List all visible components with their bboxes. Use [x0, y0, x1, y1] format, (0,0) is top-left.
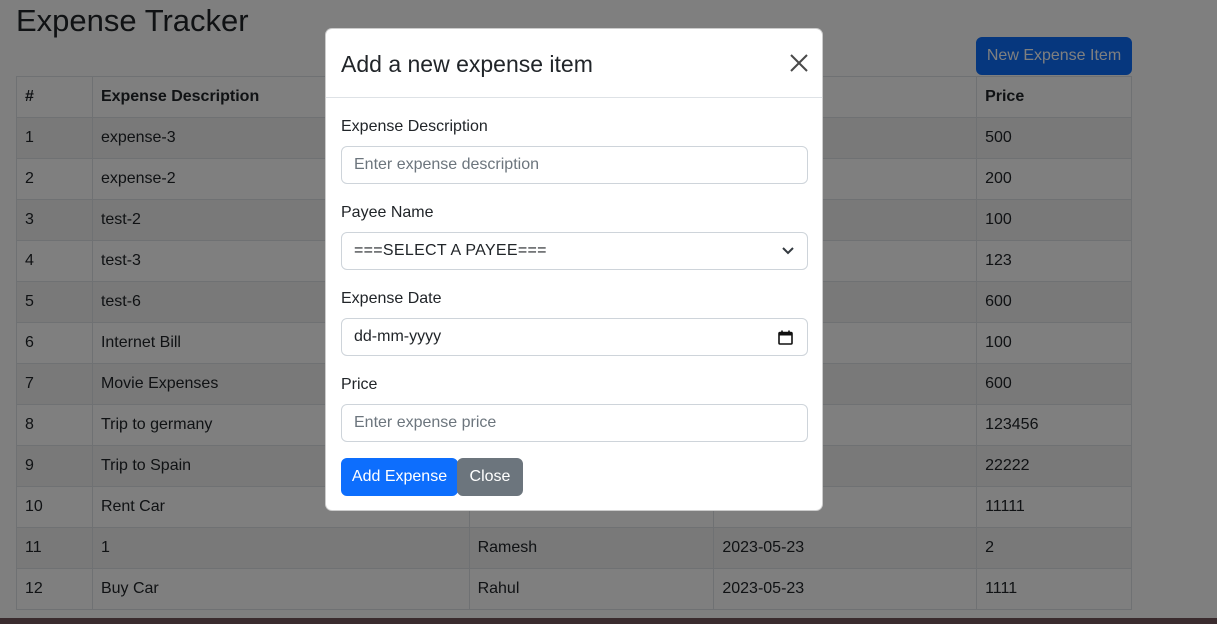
- add-expense-modal: Add a new expense item Expense Descripti…: [325, 28, 823, 511]
- expense-date-value: dd-mm-yyyy: [354, 328, 442, 345]
- close-icon[interactable]: [790, 54, 808, 72]
- payee-select[interactable]: ===SELECT A PAYEE===: [341, 232, 808, 270]
- price-label: Price: [341, 376, 378, 393]
- close-button[interactable]: Close: [457, 458, 523, 496]
- calendar-icon[interactable]: [778, 330, 793, 345]
- modal-title: Add a new expense item: [341, 51, 593, 77]
- os-taskbar-strip: [0, 618, 1217, 624]
- payee-select-value: ===SELECT A PAYEE===: [354, 242, 547, 259]
- chevron-down-icon: [782, 247, 794, 255]
- expense-description-input[interactable]: [341, 146, 808, 184]
- price-input[interactable]: [341, 404, 808, 442]
- expense-description-label: Expense Description: [341, 118, 488, 135]
- modal-header: Add a new expense item: [326, 29, 822, 98]
- add-expense-button[interactable]: Add Expense: [341, 458, 458, 496]
- payee-name-label: Payee Name: [341, 204, 434, 221]
- expense-date-input[interactable]: dd-mm-yyyy: [341, 318, 808, 356]
- expense-date-label: Expense Date: [341, 290, 442, 307]
